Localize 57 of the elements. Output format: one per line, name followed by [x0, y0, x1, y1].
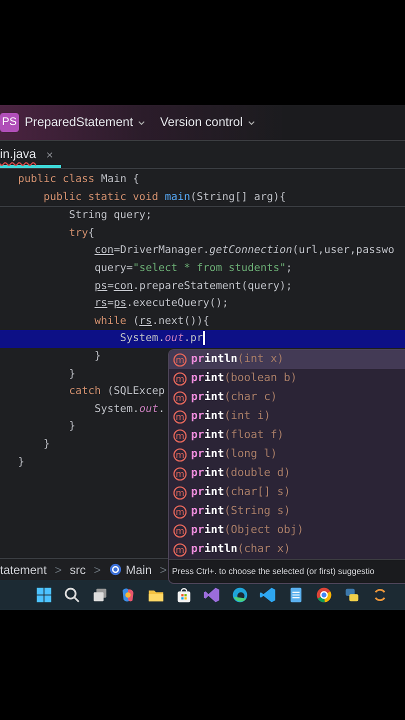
code-line: }: [18, 454, 24, 470]
code-line: rs=ps.executeQuery();: [94, 296, 229, 312]
method-icon: m: [173, 448, 187, 462]
project-badge: PS: [0, 113, 19, 132]
project-menu[interactable]: PreparedStatement: [24, 113, 134, 132]
breadcrumb-separator: >: [94, 562, 101, 578]
code-line: public static void main(String[] arg){: [42, 190, 286, 205]
breadcrumb-item[interactable]: src: [70, 560, 86, 578]
code-line: query="select * from students";: [94, 260, 292, 276]
code-editor-icon[interactable]: [259, 586, 277, 604]
vcs-menu[interactable]: Version control: [160, 113, 243, 132]
code-line: }: [42, 436, 50, 452]
method-icon: m: [173, 486, 187, 500]
completion-item[interactable]: m print(double d): [169, 464, 405, 483]
code-line: while (rs.next()){: [94, 314, 210, 329]
code-line: }: [68, 419, 76, 434]
windows-icon[interactable]: [35, 586, 53, 604]
method-icon: m: [173, 390, 187, 404]
breadcrumb-separator: >: [160, 562, 167, 578]
code-line: }: [94, 348, 101, 364]
code-line: con=DriverManager.getConnection(url,user,passwo: [94, 243, 394, 258]
class-icon: [108, 563, 122, 576]
chrome-icon[interactable]: [315, 586, 333, 604]
method-icon: m: [173, 410, 187, 424]
completion-item[interactable]: m print(String s): [169, 502, 405, 521]
code-line: System.out.: [94, 402, 165, 417]
completion-item[interactable]: m println(int x): [169, 350, 405, 369]
completion-item[interactable]: m print(float f): [169, 426, 405, 445]
breadcrumb-item[interactable]: Main: [126, 560, 152, 578]
hint-text: Press Ctrl+. to choose the selected (or first) suggestio: [169, 559, 405, 583]
method-icon: m: [173, 372, 187, 386]
code-line: try{: [68, 226, 95, 241]
method-icon: m: [173, 352, 187, 366]
completion-item[interactable]: m print(char c): [169, 388, 405, 407]
store-icon[interactable]: [175, 586, 193, 604]
completion-item[interactable]: m print(Object obj): [169, 521, 405, 540]
code-line: String query;: [68, 208, 152, 224]
code-line: public class Main {: [18, 172, 140, 187]
breadcrumb-separator: >: [54, 562, 62, 578]
search-icon[interactable]: [63, 586, 81, 604]
method-icon: m: [173, 542, 187, 556]
breadcrumb-item[interactable]: tatement: [0, 560, 47, 578]
method-icon: m: [173, 504, 187, 518]
completion-item[interactable]: m println(char x): [169, 540, 405, 559]
task-view-icon[interactable]: [91, 586, 109, 604]
completion-item[interactable]: m print(int i): [169, 407, 405, 426]
method-icon: m: [173, 428, 187, 442]
code-line: catch (SQLExcep: [68, 384, 165, 400]
code-line: }: [68, 366, 76, 382]
close-icon[interactable]: ×: [46, 146, 54, 164]
editor-tab[interactable]: in.java ×: [0, 141, 62, 168]
method-icon: m: [173, 524, 187, 538]
completion-item[interactable]: m print(char[] s): [169, 483, 405, 502]
code-line: ps=con.prepareStatement(query);: [94, 278, 292, 294]
completion-item[interactable]: m print(boolean b): [169, 369, 405, 388]
method-icon: m: [173, 466, 187, 480]
completion-item[interactable]: m print(long l): [169, 445, 405, 464]
